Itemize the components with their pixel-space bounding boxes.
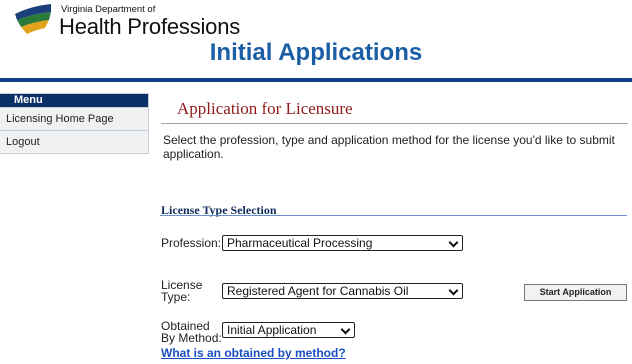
license-type-select-value: Registered Agent for Cannabis Oil bbox=[227, 284, 409, 298]
license-type-select[interactable]: Registered Agent for Cannabis Oil bbox=[222, 283, 463, 299]
chevron-down-icon bbox=[448, 285, 459, 296]
obtained-by-select[interactable]: Initial Application bbox=[222, 322, 355, 338]
license-type-label-line2: Type: bbox=[161, 290, 191, 304]
obtained-by-help-link[interactable]: What is an obtained by method? bbox=[161, 346, 346, 360]
side-menu: Menu Licensing Home Page Logout bbox=[0, 93, 149, 154]
section-divider bbox=[161, 123, 628, 124]
dept-name-line2: Health Professions bbox=[59, 14, 241, 39]
chevron-down-icon bbox=[448, 237, 459, 248]
profession-label: Profession: bbox=[161, 236, 222, 250]
profession-select-value: Pharmaceutical Processing bbox=[227, 236, 373, 250]
page-header: Virginia Department of Health Profession… bbox=[0, 0, 632, 82]
obtained-by-select-value: Initial Application bbox=[227, 323, 317, 337]
virginia-logo-icon bbox=[15, 4, 51, 34]
instructions-text: Select the profession, type and applicat… bbox=[163, 133, 615, 161]
chevron-down-icon bbox=[340, 324, 351, 335]
menu-item-logout[interactable]: Logout bbox=[0, 130, 148, 153]
profession-select[interactable]: Pharmaceutical Processing bbox=[222, 235, 463, 251]
page-title: Initial Applications bbox=[209, 39, 423, 66]
subsection-divider bbox=[160, 215, 627, 216]
menu-item-licensing-home[interactable]: Licensing Home Page bbox=[0, 107, 148, 130]
obtained-by-label-line2: By Method: bbox=[161, 331, 222, 345]
header-divider bbox=[0, 78, 632, 82]
start-application-button[interactable]: Start Application bbox=[524, 284, 627, 301]
menu-title: Menu bbox=[0, 94, 148, 107]
section-title: Application for Licensure bbox=[177, 99, 353, 118]
